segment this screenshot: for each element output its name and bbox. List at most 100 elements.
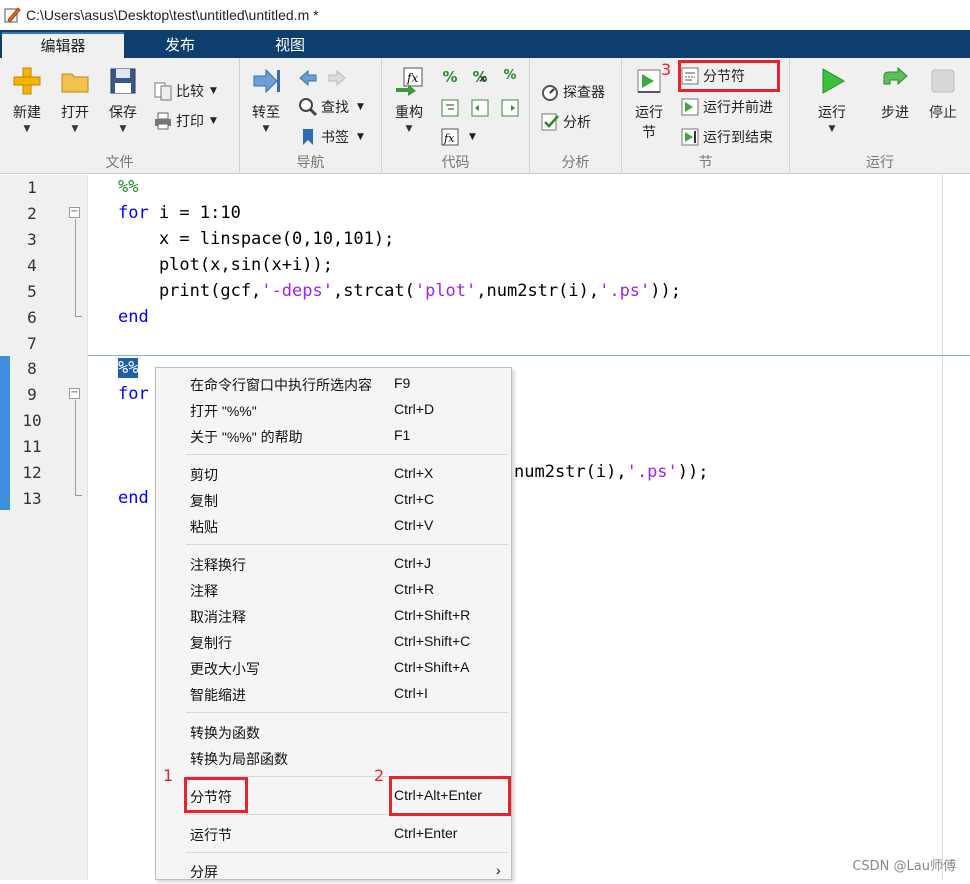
floppy-disk-icon [108,66,138,96]
group-code-label: 代码 [441,155,470,171]
window-title: C:\Users\asus\Desktop\test\untitled\unti… [26,7,319,23]
chevron-down-icon: ▼ [71,124,79,134]
decrease-indent-icon[interactable] [470,98,490,118]
chevron-down-icon: ▼ [357,102,364,112]
smart-indent-icon[interactable] [440,98,460,118]
run-button[interactable]: 运行 ▼ [810,58,854,134]
explorer-button[interactable]: 探查器 [540,80,605,104]
menu-item-cut[interactable]: 剪切 Ctrl+X [156,461,511,487]
menu-item-comment[interactable]: 注释 Ctrl+R [156,577,511,603]
annotation-number-3: 3 [661,60,672,79]
menu-item-run-section[interactable]: 运行节 Ctrl+Enter [156,821,511,847]
menu-item-shortcut: Ctrl+Shift+A [394,659,470,675]
refactor-button[interactable]: fx 重构 ▼ [387,58,431,134]
compare-label: 比较 [176,84,204,100]
active-cell-indicator [0,356,10,510]
print-label: 打印 [176,114,204,130]
profiler-icon [540,82,560,102]
uncomment-icon[interactable]: % × [470,68,490,88]
menu-item-convert-to-local-function[interactable]: 转换为局部函数 [156,745,511,771]
open-label: 打开 [61,105,89,121]
menu-item-uncomment[interactable]: 取消注释 Ctrl+Shift+R [156,603,511,629]
menu-item-label: 更改大小写 [190,661,260,677]
run-and-advance-button[interactable]: 运行并前进 [680,95,773,119]
context-menu: 在命令行窗口中执行所选内容 F9 打开 "%%" Ctrl+D 关于 "%%" 的帮… [155,367,512,880]
menu-item-split-screen[interactable]: 分屏 › [156,858,511,884]
print-button[interactable]: 打印 ▼ [153,109,217,133]
function-button[interactable]: fx ▼ [440,125,476,149]
tab-view[interactable]: 视图 [245,32,335,58]
fold-guide-end [75,495,82,496]
menu-item-convert-to-function[interactable]: 转换为函数 [156,719,511,745]
menu-item-copy[interactable]: 复制 Ctrl+C [156,487,511,513]
step-button[interactable]: 步进 [873,58,917,122]
menu-item-paste[interactable]: 粘贴 Ctrl+V [156,513,511,539]
forward-arrow-icon[interactable] [327,68,347,88]
fold-toggle-icon[interactable]: − [69,207,80,218]
menu-item-shortcut: Ctrl+Shift+R [394,607,471,623]
goto-button[interactable]: 转至 ▼ [244,58,288,134]
menu-item-label: 转换为函数 [190,725,260,741]
back-forward-buttons[interactable] [298,66,350,90]
new-button[interactable]: 新建 ▼ [5,58,49,134]
stop-button[interactable]: 停止 [921,58,965,122]
line-number: 9 [27,385,37,404]
run-to-end-button[interactable]: 运行到结束 [680,125,773,149]
menu-item-evaluate-selection[interactable]: 在命令行窗口中执行所选内容 F9 [156,371,511,397]
right-margin-line [942,175,943,880]
code-text: num2str(i), [514,462,627,482]
refactor-fx-icon: fx [394,66,424,96]
code-text: ,strcat( [332,281,415,301]
group-analyze: 探查器 分析 分析 [530,58,622,174]
highlight-box-shortcut [389,776,511,816]
matlab-editor-icon [3,6,21,24]
menu-item-shortcut: F1 [394,427,411,443]
bookmark-icon [298,127,318,147]
open-button[interactable]: 打开 ▼ [53,58,97,134]
back-arrow-icon[interactable] [298,68,318,88]
plus-icon [12,66,42,96]
wrap-comment-icon[interactable]: % [500,68,520,88]
menu-item-smart-indent[interactable]: 智能缩进 Ctrl+I [156,681,511,707]
menu-item-label: 智能缩进 [190,687,246,703]
menu-item-change-case[interactable]: 更改大小写 Ctrl+Shift+A [156,655,511,681]
menu-item-duplicate-line[interactable]: 复制行 Ctrl+Shift+C [156,629,511,655]
analyze-button[interactable]: 分析 [540,110,591,134]
group-navigation: 转至 ▼ 查找 ▼ 书签 ▼ 导航 [240,58,382,174]
goto-arrow-icon [251,66,281,96]
indent-buttons-row [440,96,523,120]
string-literal: 'plot' [414,281,477,301]
annotation-number-2: 2 [374,766,385,785]
menu-item-label: 分屏 [190,864,218,880]
menu-item-wrap-comments[interactable]: 注释换行 Ctrl+J [156,551,511,577]
tab-editor[interactable]: 编辑器 [2,32,124,58]
highlight-box-section-break [678,60,780,92]
comment-icon[interactable]: % [440,68,460,88]
increase-indent-icon[interactable] [500,98,520,118]
code-line-9: for [118,384,149,404]
save-button[interactable]: 保存 ▼ [101,58,145,134]
stop-icon [928,66,958,96]
find-button[interactable]: 查找 ▼ [298,95,364,119]
group-navigation-label: 导航 [296,155,325,171]
run-to-end-icon [680,127,700,147]
function-fx-icon: fx [440,127,460,147]
menu-item-label: 在命令行窗口中执行所选内容 [190,377,372,393]
menu-item-help[interactable]: 关于 "%%" 的帮助 F1 [156,423,511,449]
menu-item-label: 剪切 [190,467,218,483]
highlight-box-menu-section-break [184,777,248,813]
menu-item-shortcut: Ctrl+I [394,685,428,701]
chevron-down-icon: ▼ [357,132,364,142]
group-run: 运行 ▼ 步进 停止 运行 [790,58,970,174]
bookmark-button[interactable]: 书签 ▼ [298,125,364,149]
tab-publish[interactable]: 发布 [135,32,225,58]
menu-item-open[interactable]: 打开 "%%" Ctrl+D [156,397,511,423]
line-number: 4 [27,256,37,275]
compare-button[interactable]: 比较 ▼ [153,79,217,103]
menu-item-shortcut: Ctrl+Enter [394,825,458,841]
menu-separator [186,544,508,545]
menu-item-shortcut: Ctrl+C [394,491,435,507]
chevron-down-icon: ▼ [210,116,217,126]
menu-item-label: 注释 [190,583,218,599]
fold-toggle-icon[interactable]: − [69,388,80,399]
